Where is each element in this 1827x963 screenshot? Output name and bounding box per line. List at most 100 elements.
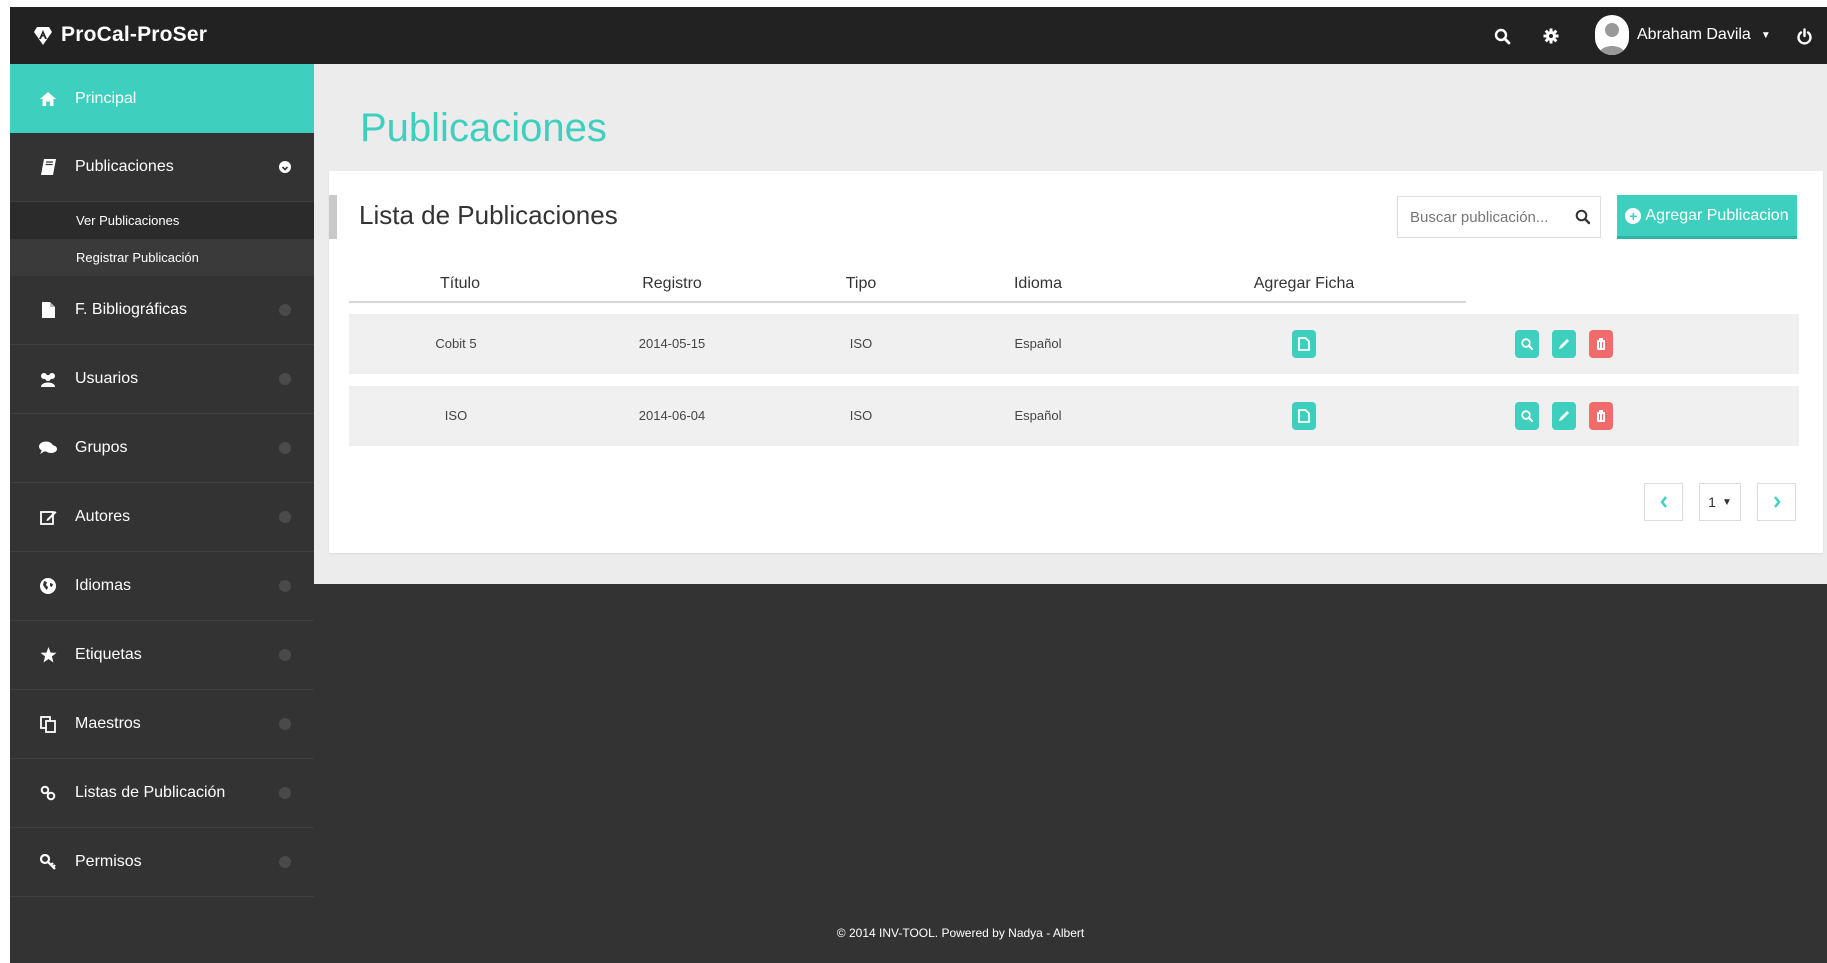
star-icon xyxy=(38,645,58,665)
sidebar-item-label: F. Bibliográficas xyxy=(75,301,188,318)
delete-button[interactable] xyxy=(1589,330,1613,358)
pagination: 1 ▼ xyxy=(1644,483,1796,521)
sidebar-subitem-ver-publicaciones[interactable]: Ver Publicaciones xyxy=(10,202,314,239)
view-button[interactable] xyxy=(1515,330,1539,358)
home-icon xyxy=(38,89,58,109)
sidebar-item-label: Publicaciones xyxy=(75,158,174,175)
chevron-down-icon xyxy=(279,304,291,316)
table-header: Título Registro Tipo Idioma Agregar Fich… xyxy=(349,267,1466,303)
sidebar-item-label: Autores xyxy=(75,508,131,525)
brand-name: ProCal-ProSer xyxy=(61,23,208,46)
book-icon xyxy=(38,157,58,177)
globe-icon xyxy=(38,576,58,596)
cell-titulo: ISO xyxy=(444,408,468,423)
search-icon[interactable] xyxy=(1574,208,1592,226)
link-icon xyxy=(38,783,58,803)
pencil-icon xyxy=(1559,339,1569,349)
sidebar-item-label: Etiquetas xyxy=(75,646,142,663)
page-select[interactable]: 1 ▼ xyxy=(1699,483,1741,521)
cell-tipo: ISO xyxy=(849,408,873,423)
app-window: ProCal-ProSer Abraham Davila ▼ Principal… xyxy=(10,7,1827,963)
prev-page-button[interactable] xyxy=(1644,483,1683,521)
trash-icon xyxy=(1597,410,1605,422)
edit-button[interactable] xyxy=(1552,330,1576,358)
sidebar-item-f-bibliograficas[interactable]: F. Bibliográficas xyxy=(10,276,314,345)
cell-tipo: ISO xyxy=(849,336,873,351)
sidebar-item-listas-de-publicacion[interactable]: Listas de Publicación xyxy=(10,759,314,828)
sidebar-item-grupos[interactable]: Grupos xyxy=(10,414,314,483)
edit-button[interactable] xyxy=(1552,402,1576,430)
sidebar-item-label: Usuarios xyxy=(75,370,139,387)
search-icon[interactable] xyxy=(1491,25,1513,47)
edit-icon xyxy=(38,507,58,527)
file-icon xyxy=(38,300,58,320)
publications-panel: Lista de Publicaciones + Agregar Publica… xyxy=(329,171,1823,553)
sidebar-item-idiomas[interactable]: Idiomas xyxy=(10,552,314,621)
sidebar-item-label: Idiomas xyxy=(75,577,132,594)
plus-circle-icon: + xyxy=(1625,207,1642,224)
power-icon[interactable] xyxy=(1793,25,1815,47)
brand[interactable]: ProCal-ProSer xyxy=(32,20,207,50)
panel-title: Lista de Publicaciones xyxy=(359,200,618,230)
chevron-right-icon xyxy=(1773,496,1781,508)
user-menu[interactable]: Abraham Davila ▼ xyxy=(1595,15,1771,55)
chevron-down-icon xyxy=(279,511,291,523)
gear-icon[interactable] xyxy=(1540,25,1562,47)
cell-registro: 2014-05-15 xyxy=(638,336,706,351)
cell-idioma: Español xyxy=(1014,408,1062,423)
chevron-down-icon xyxy=(279,580,291,592)
chevron-down-icon xyxy=(279,856,291,868)
sidebar: Principal Publicaciones Ver Publicacione… xyxy=(10,64,314,963)
footer-text: © 2014 INV-TOOL. Powered by Nadya - Albe… xyxy=(836,926,1085,940)
add-ficha-button[interactable] xyxy=(1292,330,1316,358)
chevron-down-icon xyxy=(279,373,291,385)
sidebar-item-label: Principal xyxy=(75,89,137,107)
avatar xyxy=(1595,15,1629,55)
page-title: Publicaciones xyxy=(360,106,607,150)
column-header-agregar-ficha: Agregar Ficha xyxy=(1253,275,1355,292)
search-input[interactable] xyxy=(1398,197,1568,237)
chevron-left-icon xyxy=(1659,496,1667,508)
column-header-registro[interactable]: Registro xyxy=(642,275,702,293)
zoom-icon xyxy=(1521,338,1534,351)
sidebar-item-label: Permisos xyxy=(75,853,142,870)
sidebar-item-publicaciones[interactable]: Publicaciones xyxy=(10,133,314,202)
copy-icon xyxy=(38,714,58,734)
sidebar-item-label: Maestros xyxy=(75,715,141,732)
column-header-tipo[interactable]: Tipo xyxy=(846,275,877,293)
add-publication-button[interactable]: + Agregar Publicacion xyxy=(1617,195,1797,239)
chevron-down-icon xyxy=(279,161,291,173)
sidebar-item-usuarios[interactable]: Usuarios xyxy=(10,345,314,414)
current-page: 1 xyxy=(1708,494,1716,510)
sidebar-item-label: Grupos xyxy=(75,439,128,456)
document-icon xyxy=(1298,409,1310,423)
chevron-down-icon xyxy=(279,649,291,661)
top-navbar: ProCal-ProSer Abraham Davila ▼ xyxy=(10,7,1827,64)
column-header-idioma[interactable]: Idioma xyxy=(1014,275,1062,293)
users-icon xyxy=(38,369,58,389)
cell-titulo: Cobit 5 xyxy=(435,336,477,351)
sidebar-item-autores[interactable]: Autores xyxy=(10,483,314,552)
sidebar-item-principal[interactable]: Principal xyxy=(10,64,314,133)
view-button[interactable] xyxy=(1515,402,1539,430)
table-row: Cobit 5 2014-05-15 ISO Español xyxy=(349,314,1799,374)
delete-button[interactable] xyxy=(1589,402,1613,430)
sidebar-item-maestros[interactable]: Maestros xyxy=(10,690,314,759)
sidebar-item-permisos[interactable]: Permisos xyxy=(10,828,314,897)
user-icon xyxy=(1599,23,1625,55)
logo-icon xyxy=(34,27,52,45)
caret-down-icon: ▼ xyxy=(1760,29,1771,41)
chat-icon xyxy=(38,438,58,458)
main-content: Publicaciones Lista de Publicaciones + A… xyxy=(314,64,1827,584)
sidebar-item-etiquetas[interactable]: Etiquetas xyxy=(10,621,314,690)
chevron-down-icon xyxy=(279,787,291,799)
column-header-titulo[interactable]: Título xyxy=(440,275,480,293)
chevron-down-icon xyxy=(279,718,291,730)
sidebar-subitem-registrar-publicacion[interactable]: Registrar Publicación xyxy=(10,239,314,276)
table-row: ISO 2014-06-04 ISO Español xyxy=(349,386,1799,446)
add-ficha-button[interactable] xyxy=(1292,402,1316,430)
cell-idioma: Español xyxy=(1014,336,1062,351)
next-page-button[interactable] xyxy=(1757,483,1796,521)
key-icon xyxy=(38,852,58,872)
panel-accent-bar xyxy=(329,195,337,239)
